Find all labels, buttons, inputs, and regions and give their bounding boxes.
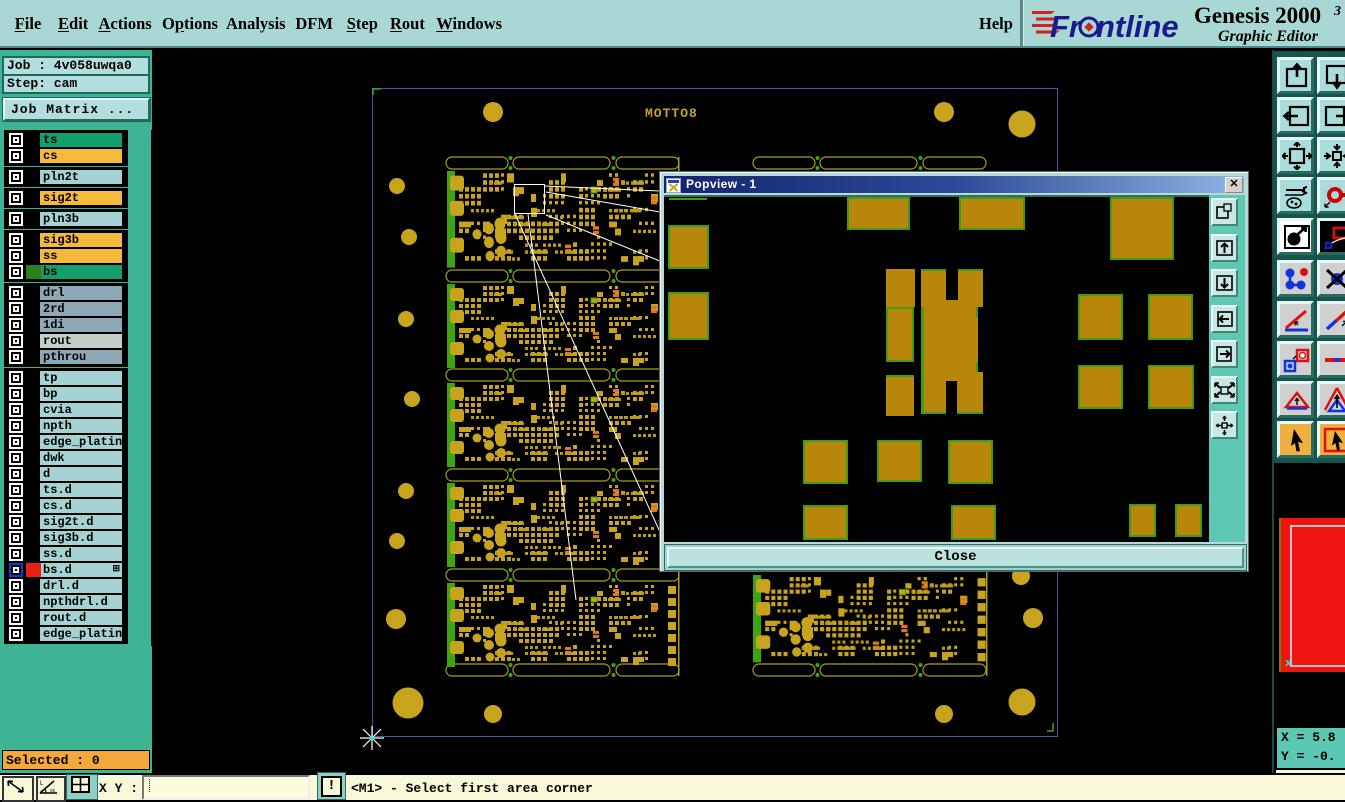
svg-text:ntline: ntline [1096, 9, 1179, 44]
svg-text:oc: oc [50, 788, 56, 794]
svg-text:Fr: Fr [1050, 9, 1083, 44]
svg-text:L: L [40, 781, 44, 787]
svg-text:MOTTO8: MOTTO8 [645, 106, 698, 121]
